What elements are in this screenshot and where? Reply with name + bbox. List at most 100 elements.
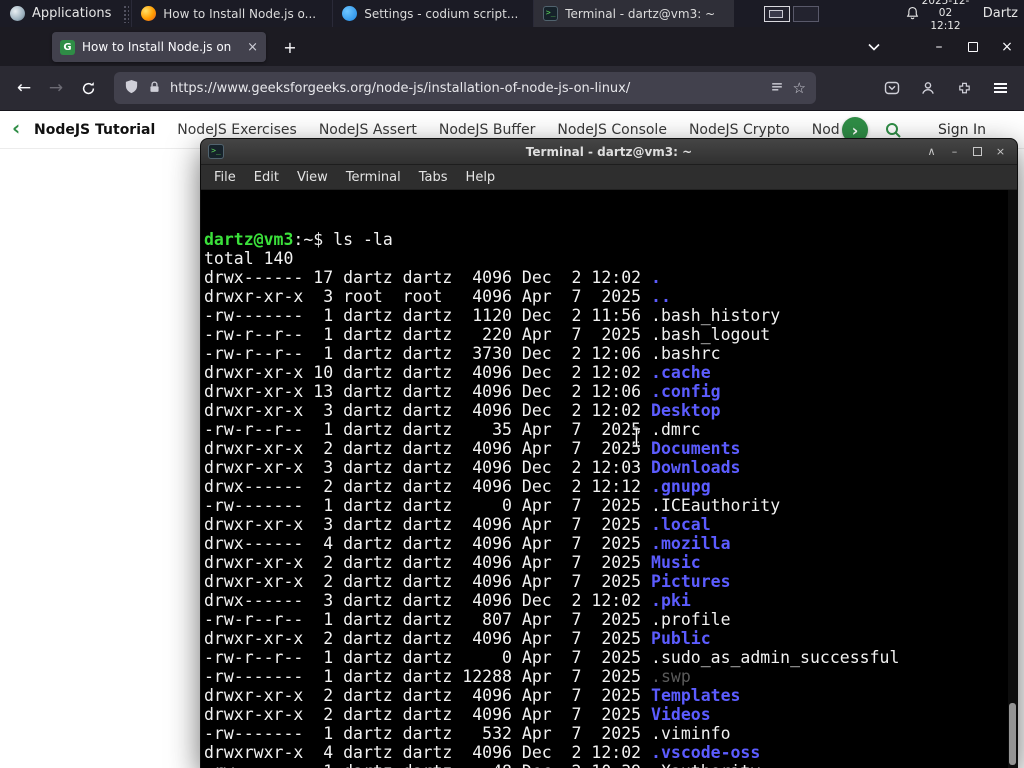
- file-name: .swp: [651, 667, 691, 686]
- lock-icon[interactable]: [148, 79, 161, 98]
- terminal-line: -rw------- 1 dartz dartz 48 Dec 2 10:39 …: [204, 762, 1017, 768]
- gfg-nav-item[interactable]: NodeJS Tutorial: [34, 122, 155, 138]
- terminal-scrollbar-thumb[interactable]: [1009, 703, 1016, 765]
- file-name: .Xauthority: [651, 762, 760, 768]
- file-meta: drwxrwxr-x 4 dartz dartz 4096 Dec 2 12:0…: [204, 743, 652, 762]
- file-meta: drwxr-xr-x 2 dartz dartz 4096 Apr 7 2025: [204, 705, 652, 724]
- maximize-icon: [973, 147, 982, 156]
- file-meta: drwxr-xr-x 13 dartz dartz 4096 Dec 2 12:…: [204, 382, 652, 401]
- file-meta: -rw------- 1 dartz dartz 0 Apr 7 2025: [204, 496, 652, 515]
- terminal-line: drwxr-xr-x 3 dartz dartz 4096 Apr 7 2025…: [204, 515, 1017, 534]
- terminal-line: -rw-r--r-- 1 dartz dartz 35 Apr 7 2025 .…: [204, 420, 1017, 439]
- chevron-down-icon: [868, 43, 880, 51]
- terminal-close-button[interactable]: ×: [989, 139, 1012, 165]
- back-button[interactable]: ←: [8, 72, 40, 104]
- terminal-screen[interactable]: dartz@vm3:~$ ls -la total 140 drwx------ 1…: [201, 190, 1017, 768]
- terminal-window-controls: ∧ – ×: [920, 139, 1017, 165]
- file-name: .: [651, 268, 661, 287]
- list-all-tabs-button[interactable]: [860, 27, 888, 66]
- terminal-total-line: total 140: [204, 249, 294, 268]
- menu-help[interactable]: Help: [457, 170, 505, 185]
- maximize-icon: [968, 41, 978, 52]
- urlbar[interactable]: https://www.geeksforgeeks.org/node-js/in…: [114, 72, 816, 104]
- workspace-1[interactable]: [764, 5, 791, 22]
- gfg-nav-item[interactable]: NodeJS DNS: [812, 122, 840, 138]
- prompt-command: ls -la: [323, 230, 393, 249]
- window-maximize-button[interactable]: [956, 27, 990, 66]
- url-text[interactable]: https://www.geeksforgeeks.org/node-js/in…: [170, 81, 761, 96]
- terminal-line: drwx------ 4 dartz dartz 4096 Apr 7 2025…: [204, 534, 1017, 553]
- file-meta: drwxr-xr-x 2 dartz dartz 4096 Apr 7 2025: [204, 553, 652, 572]
- menu-button[interactable]: [984, 72, 1016, 104]
- terminal-line: drwxr-xr-x 3 dartz dartz 4096 Dec 2 12:0…: [204, 401, 1017, 420]
- browser-tab[interactable]: G How to Install Node.js on ×: [52, 32, 266, 62]
- applications-menu[interactable]: Applications: [0, 0, 121, 27]
- window-minimize-button[interactable]: –: [922, 27, 956, 66]
- taskbar-item[interactable]: Settings - codium script...: [332, 0, 533, 27]
- file-name: Documents: [651, 439, 741, 458]
- window-close-button[interactable]: ×: [990, 27, 1024, 66]
- terminal-scrollbar[interactable]: [1008, 190, 1017, 768]
- notifications-bell-icon[interactable]: [905, 6, 920, 21]
- account-icon[interactable]: [912, 72, 944, 104]
- nav-scroll-left-icon[interactable]: ‹: [12, 116, 20, 140]
- gfg-nav-item[interactable]: NodeJS Buffer: [439, 122, 536, 138]
- gfg-nav-items: NodeJS Tutorial NodeJS Exercises NodeJS As…: [34, 122, 840, 138]
- menu-tabs[interactable]: Tabs: [410, 170, 457, 185]
- chevron-right-icon: ›: [851, 120, 859, 140]
- reader-mode-icon[interactable]: [770, 79, 784, 98]
- tab-close-icon[interactable]: ×: [247, 40, 258, 55]
- gfg-nav-item[interactable]: NodeJS Assert: [319, 122, 417, 138]
- menu-terminal[interactable]: Terminal: [337, 170, 410, 185]
- file-meta: -rw------- 1 dartz dartz 48 Dec 2 10:39: [204, 762, 651, 768]
- terminal-line: drwxr-xr-x 3 root root 4096 Apr 7 2025 .…: [204, 287, 1017, 306]
- extensions-icon[interactable]: [948, 72, 980, 104]
- terminal-maximize-button[interactable]: [966, 139, 989, 165]
- file-meta: drwx------ 4 dartz dartz 4096 Apr 7 2025: [204, 534, 652, 553]
- forward-button[interactable]: →: [40, 72, 72, 104]
- file-meta: drwx------ 3 dartz dartz 4096 Dec 2 12:0…: [204, 591, 652, 610]
- panel-user-label[interactable]: Dartz: [983, 6, 1024, 21]
- terminal-line: drwx------ 2 dartz dartz 4096 Dec 2 12:1…: [204, 477, 1017, 496]
- new-tab-button[interactable]: +: [278, 36, 302, 58]
- workspace-window-icon: [769, 9, 784, 18]
- file-name: .cache: [651, 363, 711, 382]
- terminal-line: drwxr-xr-x 2 dartz dartz 4096 Apr 7 2025…: [204, 439, 1017, 458]
- menu-view[interactable]: View: [288, 170, 337, 185]
- hamburger-icon: [993, 80, 1007, 95]
- terminal-shade-button[interactable]: ∧: [920, 139, 943, 165]
- terminal-line: -rw------- 1 dartz dartz 0 Apr 7 2025 .I…: [204, 496, 1017, 515]
- workspace-pager[interactable]: [764, 5, 820, 22]
- menu-file[interactable]: File: [205, 170, 245, 185]
- terminal-line: -rw-r--r-- 1 dartz dartz 0 Apr 7 2025 .s…: [204, 648, 1017, 667]
- pocket-icon[interactable]: [876, 72, 908, 104]
- file-name: Pictures: [651, 572, 731, 591]
- file-name: .ICEauthority: [651, 496, 781, 515]
- gfg-nav-item[interactable]: NodeJS Crypto: [689, 122, 790, 138]
- file-meta: -rw------- 1 dartz dartz 12288 Apr 7 202…: [204, 667, 652, 686]
- browser-tabbar: G How to Install Node.js on × + – ×: [0, 27, 1024, 66]
- workspace-2[interactable]: [793, 5, 820, 22]
- reload-button[interactable]: [72, 72, 104, 104]
- file-meta: drwxr-xr-x 2 dartz dartz 4096 Apr 7 2025: [204, 572, 652, 591]
- firefox-icon: [141, 6, 157, 21]
- panel-clock[interactable]: 2025-12-02 12:12: [920, 0, 971, 32]
- menu-edit[interactable]: Edit: [245, 170, 288, 185]
- bookmark-star-icon[interactable]: ☆: [793, 79, 806, 97]
- file-name: .vscode-oss: [651, 743, 761, 762]
- file-meta: -rw------- 1 dartz dartz 1120 Dec 2 11:5…: [204, 306, 652, 325]
- taskbar-item[interactable]: >_ Terminal - dartz@vm3: ~: [533, 0, 735, 27]
- gfg-nav-item[interactable]: NodeJS Exercises: [177, 122, 297, 138]
- taskbar-item[interactable]: How to Install Node.js o...: [131, 0, 332, 27]
- file-meta: drwx------ 2 dartz dartz 4096 Dec 2 12:1…: [204, 477, 652, 496]
- terminal-line: drwxr-xr-x 2 dartz dartz 4096 Apr 7 2025…: [204, 705, 1017, 724]
- terminal-line: -rw------- 1 dartz dartz 532 Apr 7 2025 …: [204, 724, 1017, 743]
- terminal-line: -rw------- 1 dartz dartz 12288 Apr 7 202…: [204, 667, 1017, 686]
- shield-icon[interactable]: [124, 79, 139, 98]
- terminal-titlebar[interactable]: >_ Terminal - dartz@vm3: ~ ∧ – ×: [201, 139, 1017, 165]
- taskbar-item-title: How to Install Node.js o...: [163, 6, 317, 21]
- gfg-nav-item[interactable]: NodeJS Console: [557, 122, 667, 138]
- terminal-line: drwxr-xr-x 3 dartz dartz 4096 Dec 2 12:0…: [204, 458, 1017, 477]
- terminal-minimize-button[interactable]: –: [943, 139, 966, 165]
- file-name: Music: [651, 553, 701, 572]
